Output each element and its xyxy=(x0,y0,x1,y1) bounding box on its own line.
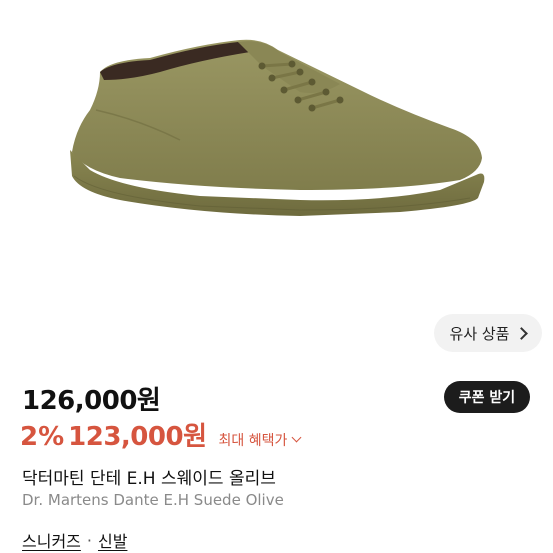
product-name-ko: 닥터마틴 단테 E.H 스웨이드 올리브 xyxy=(22,469,276,489)
discount-price: 123,000원 xyxy=(68,422,207,452)
product-image[interactable] xyxy=(0,0,553,363)
category-separator: · xyxy=(86,530,92,550)
max-benefit-toggle[interactable]: 최대 혜택가 xyxy=(218,430,302,450)
category-link-shoes[interactable]: 신발 xyxy=(98,528,127,552)
max-benefit-label: 최대 혜택가 xyxy=(218,433,288,449)
coupon-button[interactable]: 쿠폰 받기 xyxy=(444,381,530,413)
discount-percent: 2% xyxy=(20,422,65,452)
chevron-down-icon xyxy=(291,432,302,443)
original-price: 126,000원 xyxy=(22,386,161,416)
similar-products-label: 유사 상품 xyxy=(449,324,510,343)
similar-products-button[interactable]: 유사 상품 xyxy=(434,314,542,352)
chevron-right-icon xyxy=(515,326,529,340)
product-name-en: Dr. Martens Dante E.H Suede Olive xyxy=(22,491,284,509)
shoe-image xyxy=(70,39,485,216)
category-link-sneakers[interactable]: 스니커즈 xyxy=(22,528,81,552)
category-breadcrumb: 스니커즈 · 신발 xyxy=(22,528,127,552)
discount-row: 2% 123,000원 최대 혜택가 xyxy=(20,416,302,453)
